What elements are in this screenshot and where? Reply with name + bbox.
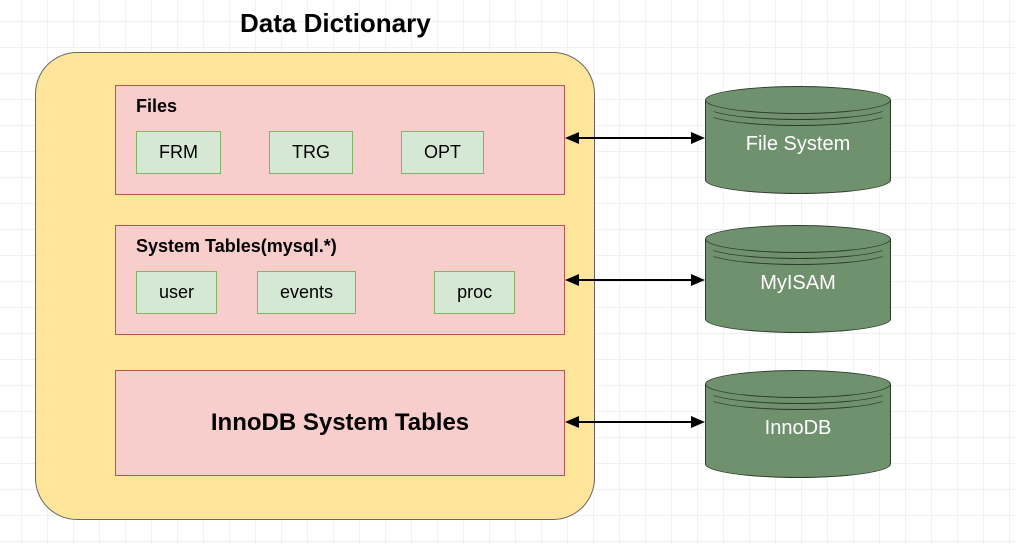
myisam-storage-icon: MyISAM bbox=[705, 225, 891, 333]
system-chip-events: events bbox=[257, 271, 356, 314]
system-tables-box: System Tables(mysql.*) user events proc bbox=[115, 225, 565, 335]
innodb-system-tables-box: InnoDB System Tables bbox=[115, 370, 565, 476]
innodb-storage-icon: InnoDB bbox=[705, 370, 891, 478]
files-box: Files FRM TRG OPT bbox=[115, 85, 565, 195]
system-chip-user: user bbox=[136, 271, 217, 314]
file-chip-opt: OPT bbox=[401, 131, 484, 174]
files-box-title: Files bbox=[136, 96, 177, 117]
file-chip-trg: TRG bbox=[269, 131, 353, 174]
system-tables-title: System Tables(mysql.*) bbox=[136, 236, 337, 257]
file-chip-frm: FRM bbox=[136, 131, 221, 174]
myisam-label: MyISAM bbox=[705, 272, 891, 295]
arrow-files-to-fs bbox=[565, 128, 705, 148]
file-system-label: File System bbox=[705, 133, 891, 156]
file-system-storage-icon: File System bbox=[705, 86, 891, 194]
system-tables-items: user events proc bbox=[136, 271, 544, 314]
files-items: FRM TRG OPT bbox=[136, 131, 544, 174]
arrow-system-to-myisam bbox=[565, 270, 705, 290]
diagram-title: Data Dictionary bbox=[240, 8, 431, 39]
system-chip-proc: proc bbox=[434, 271, 515, 314]
innodb-label: InnoDB bbox=[705, 417, 891, 440]
innodb-system-tables-title: InnoDB System Tables bbox=[211, 409, 469, 437]
arrow-innodb-to-innodb bbox=[565, 412, 705, 432]
